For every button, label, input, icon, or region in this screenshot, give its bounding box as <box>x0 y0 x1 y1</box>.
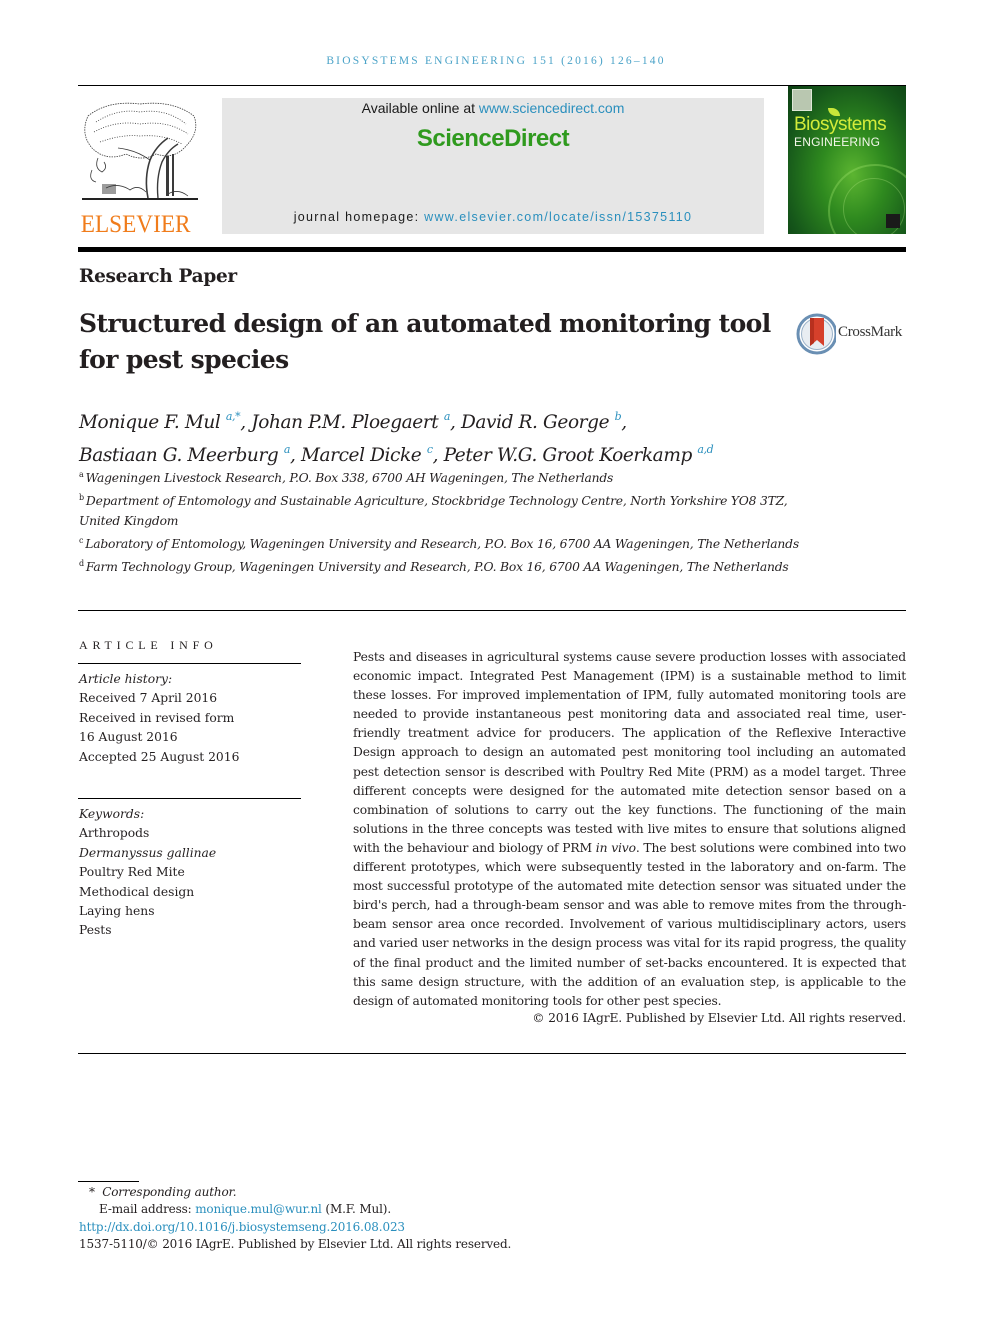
affiliation-item: d Farm Technology Group, Wageningen Unive… <box>79 554 799 577</box>
issn-line: 1537-5110/© 2016 IAgrE. Published by Els… <box>79 1236 512 1251</box>
footnote-rule <box>78 1181 139 1182</box>
affiliation-key: d <box>79 559 84 569</box>
email-label: E-mail address: <box>99 1202 196 1217</box>
crossmark-icon <box>796 313 836 355</box>
author-name[interactable]: Bastiaan G. Meerburg <box>79 445 279 466</box>
keyword-item: Dermanyssus gallinae <box>79 845 217 860</box>
cover-title-engineering: ENGINEERING <box>794 135 881 149</box>
author-separator: , <box>432 445 444 466</box>
affiliation-text: Laboratory of Entomology, Wageningen Uni… <box>85 536 799 551</box>
corresponding-mark: * <box>89 1185 95 1199</box>
keyword-item: Pests <box>79 923 112 938</box>
corresponding-author-note: * Corresponding author. <box>79 1184 511 1201</box>
affiliation-text: Department of Entomology and Sustainable… <box>79 494 788 528</box>
keywords-list: Keywords: Arthropods Dermanyssus gallina… <box>79 805 216 941</box>
affiliation-key: b <box>79 493 84 503</box>
author-separator: , <box>621 412 627 433</box>
sciencedirect-link[interactable]: www.sciencedirect.com <box>479 100 625 116</box>
available-online-label: Available online at <box>361 100 479 116</box>
abstract-part-1: Pests and diseases in agricultural syste… <box>353 650 906 855</box>
elsevier-tree-icon <box>82 102 198 200</box>
journal-homepage-line: journal homepage: www.elsevier.com/locat… <box>222 210 764 224</box>
history-item: 16 August 2016 <box>79 730 178 745</box>
author-name[interactable]: Marcel Dicke <box>301 445 422 466</box>
journal-homepage-link[interactable]: www.elsevier.com/locate/issn/15375110 <box>424 210 692 224</box>
email-suffix: (M.F. Mul). <box>321 1202 391 1217</box>
abstract-divider <box>78 1053 906 1054</box>
abstract-part-2: . The best solutions were combined into … <box>353 840 906 1008</box>
journal-homepage-label: journal homepage: <box>293 210 425 224</box>
available-online-line: Available online at www.sciencedirect.co… <box>222 100 764 116</box>
article-title: Structured design of an automated monito… <box>79 309 771 374</box>
keyword-item: Arthropods <box>79 826 150 841</box>
affiliation-key: a <box>79 470 84 479</box>
email-link[interactable]: monique.mul@wur.nl <box>195 1202 322 1216</box>
author-name[interactable]: David R. George <box>461 412 610 433</box>
history-item: Accepted 25 August 2016 <box>79 749 240 764</box>
sciencedirect-logo[interactable]: ScienceDirect <box>222 125 764 153</box>
affiliation-item: b Department of Entomology and Sustainabl… <box>79 488 799 531</box>
masthead-bottom-rule <box>78 247 906 252</box>
cover-publisher-badge-icon <box>792 89 812 111</box>
author-name[interactable]: Peter W.G. Groot Koerkamp <box>444 445 693 466</box>
keywords-label: Keywords: <box>79 807 145 821</box>
affiliation-divider <box>78 610 906 611</box>
crossmark-label: CrossMark <box>838 324 902 340</box>
abstract-text: Pests and diseases in agricultural syste… <box>353 648 906 1011</box>
article-history-label: Article history: <box>79 672 173 686</box>
doi-line: http://dx.doi.org/10.1016/j.biosystemsen… <box>79 1219 511 1236</box>
history-item: Received 7 April 2016 <box>79 691 218 706</box>
affiliation-text: Farm Technology Group, Wageningen Univer… <box>85 560 789 575</box>
affiliation-text: Wageningen Livestock Research, P.O. Box … <box>85 471 614 485</box>
keyword-item: Methodical design <box>79 884 195 899</box>
affiliation-item: c Laboratory of Entomology, Wageningen Un… <box>79 531 799 554</box>
keyword-item: Laying hens <box>79 904 155 919</box>
article-history: Article history: Received 7 April 2016 R… <box>79 670 239 767</box>
cover-title-biosystems: Biosystems <box>794 114 887 135</box>
abstract-italic-phrase: in vivo <box>595 840 636 855</box>
cover-society-logo-icon <box>886 214 900 228</box>
author-affiliation-marker[interactable]: a,d <box>697 443 713 456</box>
crossmark-button[interactable]: CrossMark <box>796 312 911 356</box>
keywords-divider <box>78 798 301 799</box>
author-separator: , <box>240 412 252 433</box>
corresponding-label: Corresponding author. <box>102 1185 237 1199</box>
article-info-heading: ARTICLE INFO <box>79 638 218 652</box>
sciencedirect-banner: Available online at www.sciencedirect.co… <box>222 98 764 234</box>
running-header: BIOSYSTEMS ENGINEERING 151 (2016) 126–14… <box>326 55 666 67</box>
author-separator: , <box>450 412 461 433</box>
author-name[interactable]: Monique F. Mul <box>79 412 221 433</box>
author-affiliation-marker[interactable]: a,* <box>226 410 241 423</box>
affiliation-key: c <box>79 535 84 545</box>
article-type: Research Paper <box>79 266 237 287</box>
masthead-top-rule <box>78 85 906 86</box>
author-separator: , <box>290 445 301 466</box>
affiliation-item: a Wageningen Livestock Research, P.O. Box… <box>79 465 799 488</box>
author-name[interactable]: Johan P.M. Ploegaert <box>251 412 439 433</box>
journal-cover-image[interactable]: Biosystems ENGINEERING <box>788 86 906 234</box>
email-line: E-mail address: monique.mul@wur.nl (M.F.… <box>79 1201 511 1218</box>
history-item: Received in revised form <box>79 710 235 725</box>
doi-link[interactable]: http://dx.doi.org/10.1016/j.biosystemsen… <box>79 1220 405 1234</box>
keyword-item: Poultry Red Mite <box>79 865 185 880</box>
elsevier-wordmark: ELSEVIER <box>80 211 191 238</box>
affiliation-list: a Wageningen Livestock Research, P.O. Box… <box>79 465 799 577</box>
abstract-copyright: © 2016 IAgrE. Published by Elsevier Ltd.… <box>532 1011 906 1025</box>
article-info-divider <box>78 663 301 664</box>
author-list: Monique F. Mul a,*, Johan P.M. Ploegaert… <box>79 403 879 469</box>
footnotes: * Corresponding author. E-mail address: … <box>79 1184 511 1253</box>
